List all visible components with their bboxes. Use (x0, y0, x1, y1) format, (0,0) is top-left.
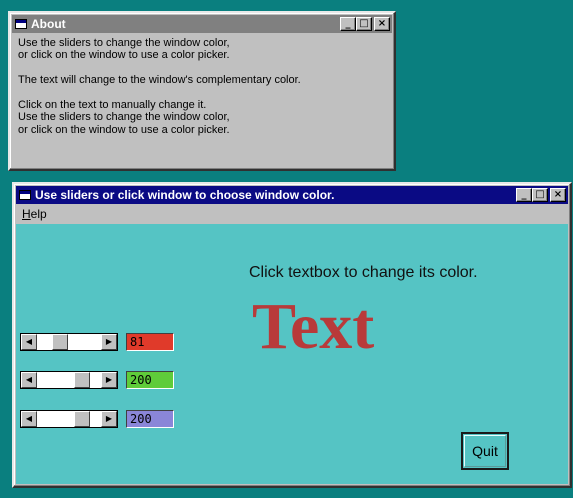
scroll-right-arrow-icon[interactable]: ▶ (101, 372, 117, 388)
main-window: Use sliders or click window to choose wi… (12, 182, 572, 488)
minimize-button[interactable]: _ (516, 188, 532, 202)
scroll-left-arrow-icon[interactable]: ◀ (21, 372, 37, 388)
window-client-area[interactable]: Click textbox to change its color. Text … (16, 224, 568, 484)
about-line: Click on the text to manually change it. (18, 99, 207, 112)
about-line: Use the sliders to change the window col… (18, 111, 230, 124)
minimize-button[interactable]: _ (340, 17, 356, 31)
red-value-box: 81 (126, 333, 174, 351)
green-slider[interactable]: ◀ ▶ (20, 371, 118, 389)
menu-help[interactable]: Help (16, 207, 53, 221)
slider-thumb[interactable] (52, 334, 68, 350)
scroll-left-arrow-icon[interactable]: ◀ (21, 411, 37, 427)
menu-help-mnemonic: H (22, 207, 31, 221)
about-line: Use the sliders to change the window col… (18, 37, 230, 49)
scroll-right-arrow-icon[interactable]: ▶ (101, 334, 117, 350)
window-icon[interactable] (19, 190, 31, 200)
red-slider[interactable]: ◀ ▶ (20, 333, 118, 351)
blue-slider[interactable]: ◀ ▶ (20, 410, 118, 428)
close-button[interactable]: × (550, 188, 566, 202)
about-line: or click on the window to use a color pi… (18, 49, 230, 62)
menu-help-rest: elp (30, 207, 47, 221)
scroll-right-arrow-icon[interactable]: ▶ (101, 411, 117, 427)
about-window: About _ □ × Use the sliders to change th… (8, 11, 396, 171)
window-icon[interactable] (15, 19, 27, 29)
main-titlebar[interactable]: Use sliders or click window to choose wi… (16, 186, 568, 204)
menubar: Help (16, 205, 568, 223)
maximize-button[interactable]: □ (532, 188, 548, 202)
main-title: Use sliders or click window to choose wi… (35, 188, 335, 202)
close-button[interactable]: × (374, 17, 390, 31)
instruction-text: Click textbox to change its color. (249, 264, 478, 281)
about-line (18, 62, 388, 74)
about-line (18, 87, 388, 99)
sample-textbox[interactable]: Text (252, 294, 374, 360)
maximize-button[interactable]: □ (356, 17, 372, 31)
slider-thumb[interactable] (74, 411, 90, 427)
about-line: or click on the window to use a color pi… (18, 123, 230, 136)
about-line: The text will change to the window's com… (18, 74, 301, 87)
green-value-box: 200 (126, 371, 174, 389)
about-title: About (31, 17, 66, 31)
slider-thumb[interactable] (74, 372, 90, 388)
blue-value-box: 200 (126, 410, 174, 428)
quit-button[interactable]: Quit (461, 432, 509, 470)
scroll-left-arrow-icon[interactable]: ◀ (21, 334, 37, 350)
about-text: Use the sliders to change the window col… (18, 37, 388, 136)
about-titlebar[interactable]: About _ □ × (12, 15, 392, 33)
